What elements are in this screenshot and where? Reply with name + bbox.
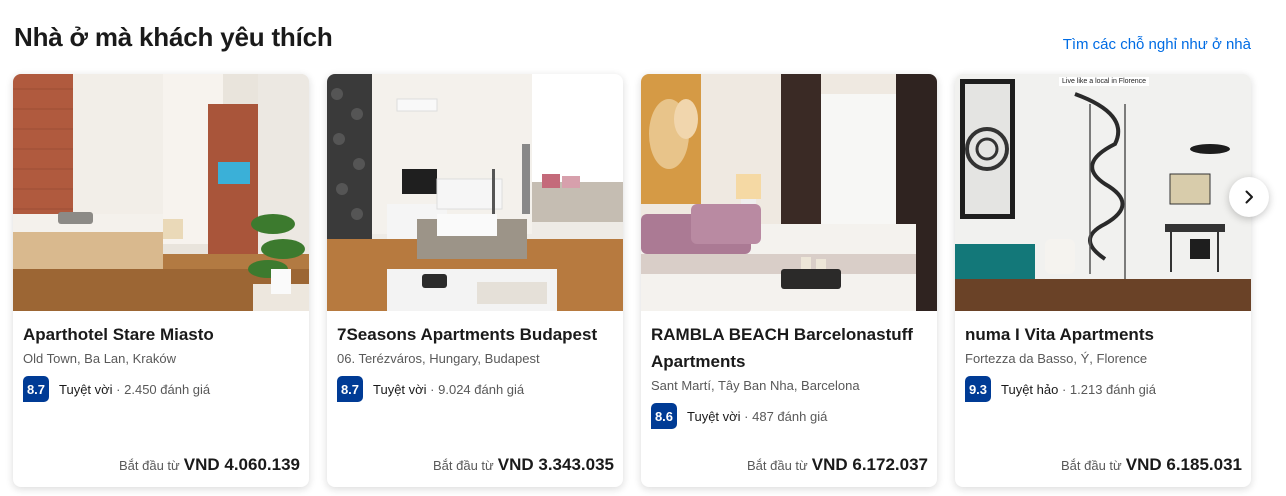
- price-row: Bắt đầu từ VND 4.060.139: [119, 455, 300, 475]
- carousel-next-button[interactable]: [1229, 177, 1269, 217]
- see-all-link[interactable]: Tìm các chỗ nghỉ như ở nhà: [1063, 36, 1251, 53]
- property-carousel: Aparthotel Stare Miasto Old Town, Ba Lan…: [13, 74, 1251, 487]
- property-location: Sant Martí, Tây Ban Nha, Barcelona: [651, 378, 860, 393]
- property-location: 06. Terézváros, Hungary, Budapest: [337, 351, 540, 366]
- price: VND 6.185.031: [1125, 455, 1242, 474]
- property-location: Old Town, Ba Lan, Kraków: [23, 351, 176, 366]
- price-row: Bắt đầu từ VND 3.343.035: [433, 455, 614, 475]
- review-score-badge: 8.6: [651, 403, 677, 429]
- price-row: Bắt đầu từ VND 6.172.037: [747, 455, 928, 475]
- review-count: 487 đánh giá: [752, 408, 828, 424]
- property-name[interactable]: Aparthotel Stare Miasto: [23, 321, 299, 348]
- price-row: Bắt đầu từ VND 6.185.031: [1061, 455, 1242, 475]
- price-prefix: Bắt đầu từ: [433, 458, 494, 473]
- photo-caption: Live like a local in Florence: [1059, 77, 1150, 86]
- property-card[interactable]: RAMBLA BEACH Barcelonastuff Apartments S…: [641, 74, 937, 487]
- property-photo[interactable]: Live like a local in Florence: [955, 74, 1251, 311]
- price-prefix: Bắt đầu từ: [119, 458, 180, 473]
- rating-summary: Tuyệt vời · 9.024 đánh giá: [373, 381, 525, 397]
- review-count: 2.450 đánh giá: [124, 381, 211, 397]
- property-name[interactable]: 7Seasons Apartments Budapest: [337, 321, 613, 348]
- property-card[interactable]: Aparthotel Stare Miasto Old Town, Ba Lan…: [13, 74, 309, 487]
- rating-row: 9.3 Tuyệt hảo · 1.213 đánh giá: [965, 376, 1241, 402]
- review-score-badge: 8.7: [23, 376, 49, 402]
- property-photo[interactable]: [13, 74, 309, 311]
- section-title: Nhà ở mà khách yêu thích: [14, 22, 333, 52]
- price: VND 4.060.139: [183, 455, 300, 474]
- rating-summary: Tuyệt vời · 487 đánh giá: [687, 408, 828, 424]
- chevron-right-icon: [1245, 190, 1253, 204]
- review-count: 9.024 đánh giá: [438, 381, 525, 397]
- property-card[interactable]: Live like a local in Florence numa I Vit…: [955, 74, 1251, 487]
- rating-word: Tuyệt vời: [687, 408, 741, 424]
- price-prefix: Bắt đầu từ: [1061, 458, 1122, 473]
- property-photo[interactable]: [327, 74, 623, 311]
- rating-word: Tuyệt vời: [373, 381, 427, 397]
- review-score-badge: 8.7: [337, 376, 363, 402]
- rating-word: Tuyệt vời: [59, 381, 113, 397]
- rating-summary: Tuyệt vời · 2.450 đánh giá: [59, 381, 211, 397]
- property-name[interactable]: numa I Vita Apartments: [965, 321, 1241, 348]
- property-photo[interactable]: [641, 74, 937, 311]
- rating-row: 8.7 Tuyệt vời · 9.024 đánh giá: [337, 376, 613, 402]
- property-location: Fortezza da Basso, Ý, Florence: [965, 351, 1148, 366]
- price-prefix: Bắt đầu từ: [747, 458, 808, 473]
- review-count: 1.213 đánh giá: [1069, 381, 1156, 397]
- property-card[interactable]: 7Seasons Apartments Budapest 06. Terézvá…: [327, 74, 623, 487]
- review-score-badge: 9.3: [965, 376, 991, 402]
- price: VND 3.343.035: [497, 455, 614, 474]
- property-name[interactable]: RAMBLA BEACH Barcelonastuff Apartments: [651, 321, 927, 375]
- rating-summary: Tuyệt hảo · 1.213 đánh giá: [1001, 381, 1156, 397]
- price: VND 6.172.037: [811, 455, 928, 474]
- rating-row: 8.6 Tuyệt vời · 487 đánh giá: [651, 403, 927, 429]
- rating-word: Tuyệt hảo: [1001, 381, 1059, 397]
- rating-row: 8.7 Tuyệt vời · 2.450 đánh giá: [23, 376, 299, 402]
